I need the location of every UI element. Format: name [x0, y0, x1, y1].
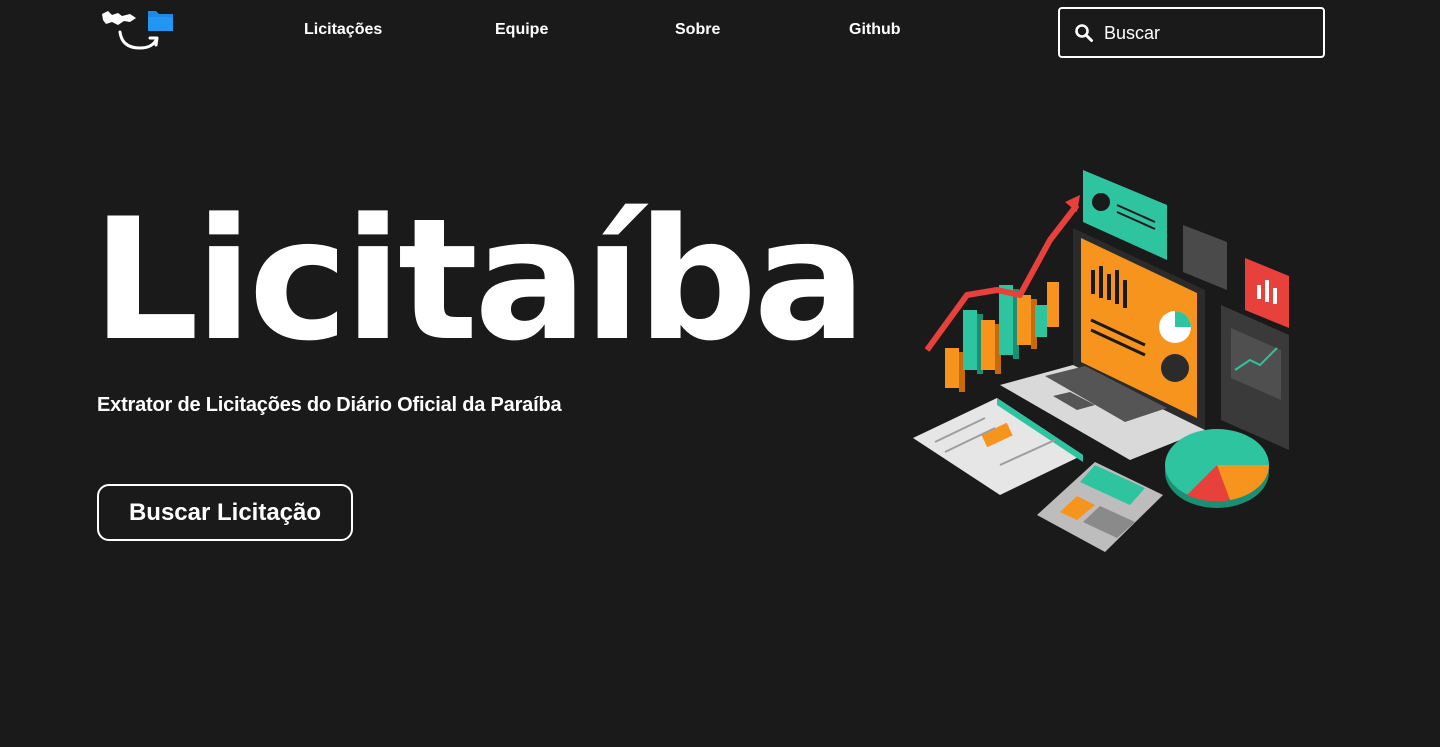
folder-icon — [148, 11, 173, 31]
search-icon[interactable] — [1074, 23, 1094, 43]
logo-graphic — [102, 11, 173, 50]
nav-equipe[interactable]: Equipe — [495, 21, 548, 39]
buscar-licitacao-button[interactable]: Buscar Licitação — [97, 484, 353, 541]
hero-subtitle: Extrator de Licitações do Diário Oficial… — [97, 394, 562, 416]
search-box — [1058, 7, 1325, 58]
logo[interactable] — [100, 8, 176, 54]
search-input[interactable] — [1104, 18, 1309, 48]
pie-chart-illustration — [1165, 429, 1270, 508]
calculator-illustration — [1037, 462, 1163, 552]
nav-licitacoes[interactable]: Licitações — [304, 21, 382, 39]
analytics-illustration — [913, 170, 1289, 552]
hero-title: Licitaíba — [92, 182, 867, 378]
nav-github[interactable]: Github — [849, 21, 901, 39]
paraiba-map-icon — [102, 11, 136, 25]
curved-arrow-icon — [118, 30, 158, 50]
nav-sobre[interactable]: Sobre — [675, 21, 720, 39]
